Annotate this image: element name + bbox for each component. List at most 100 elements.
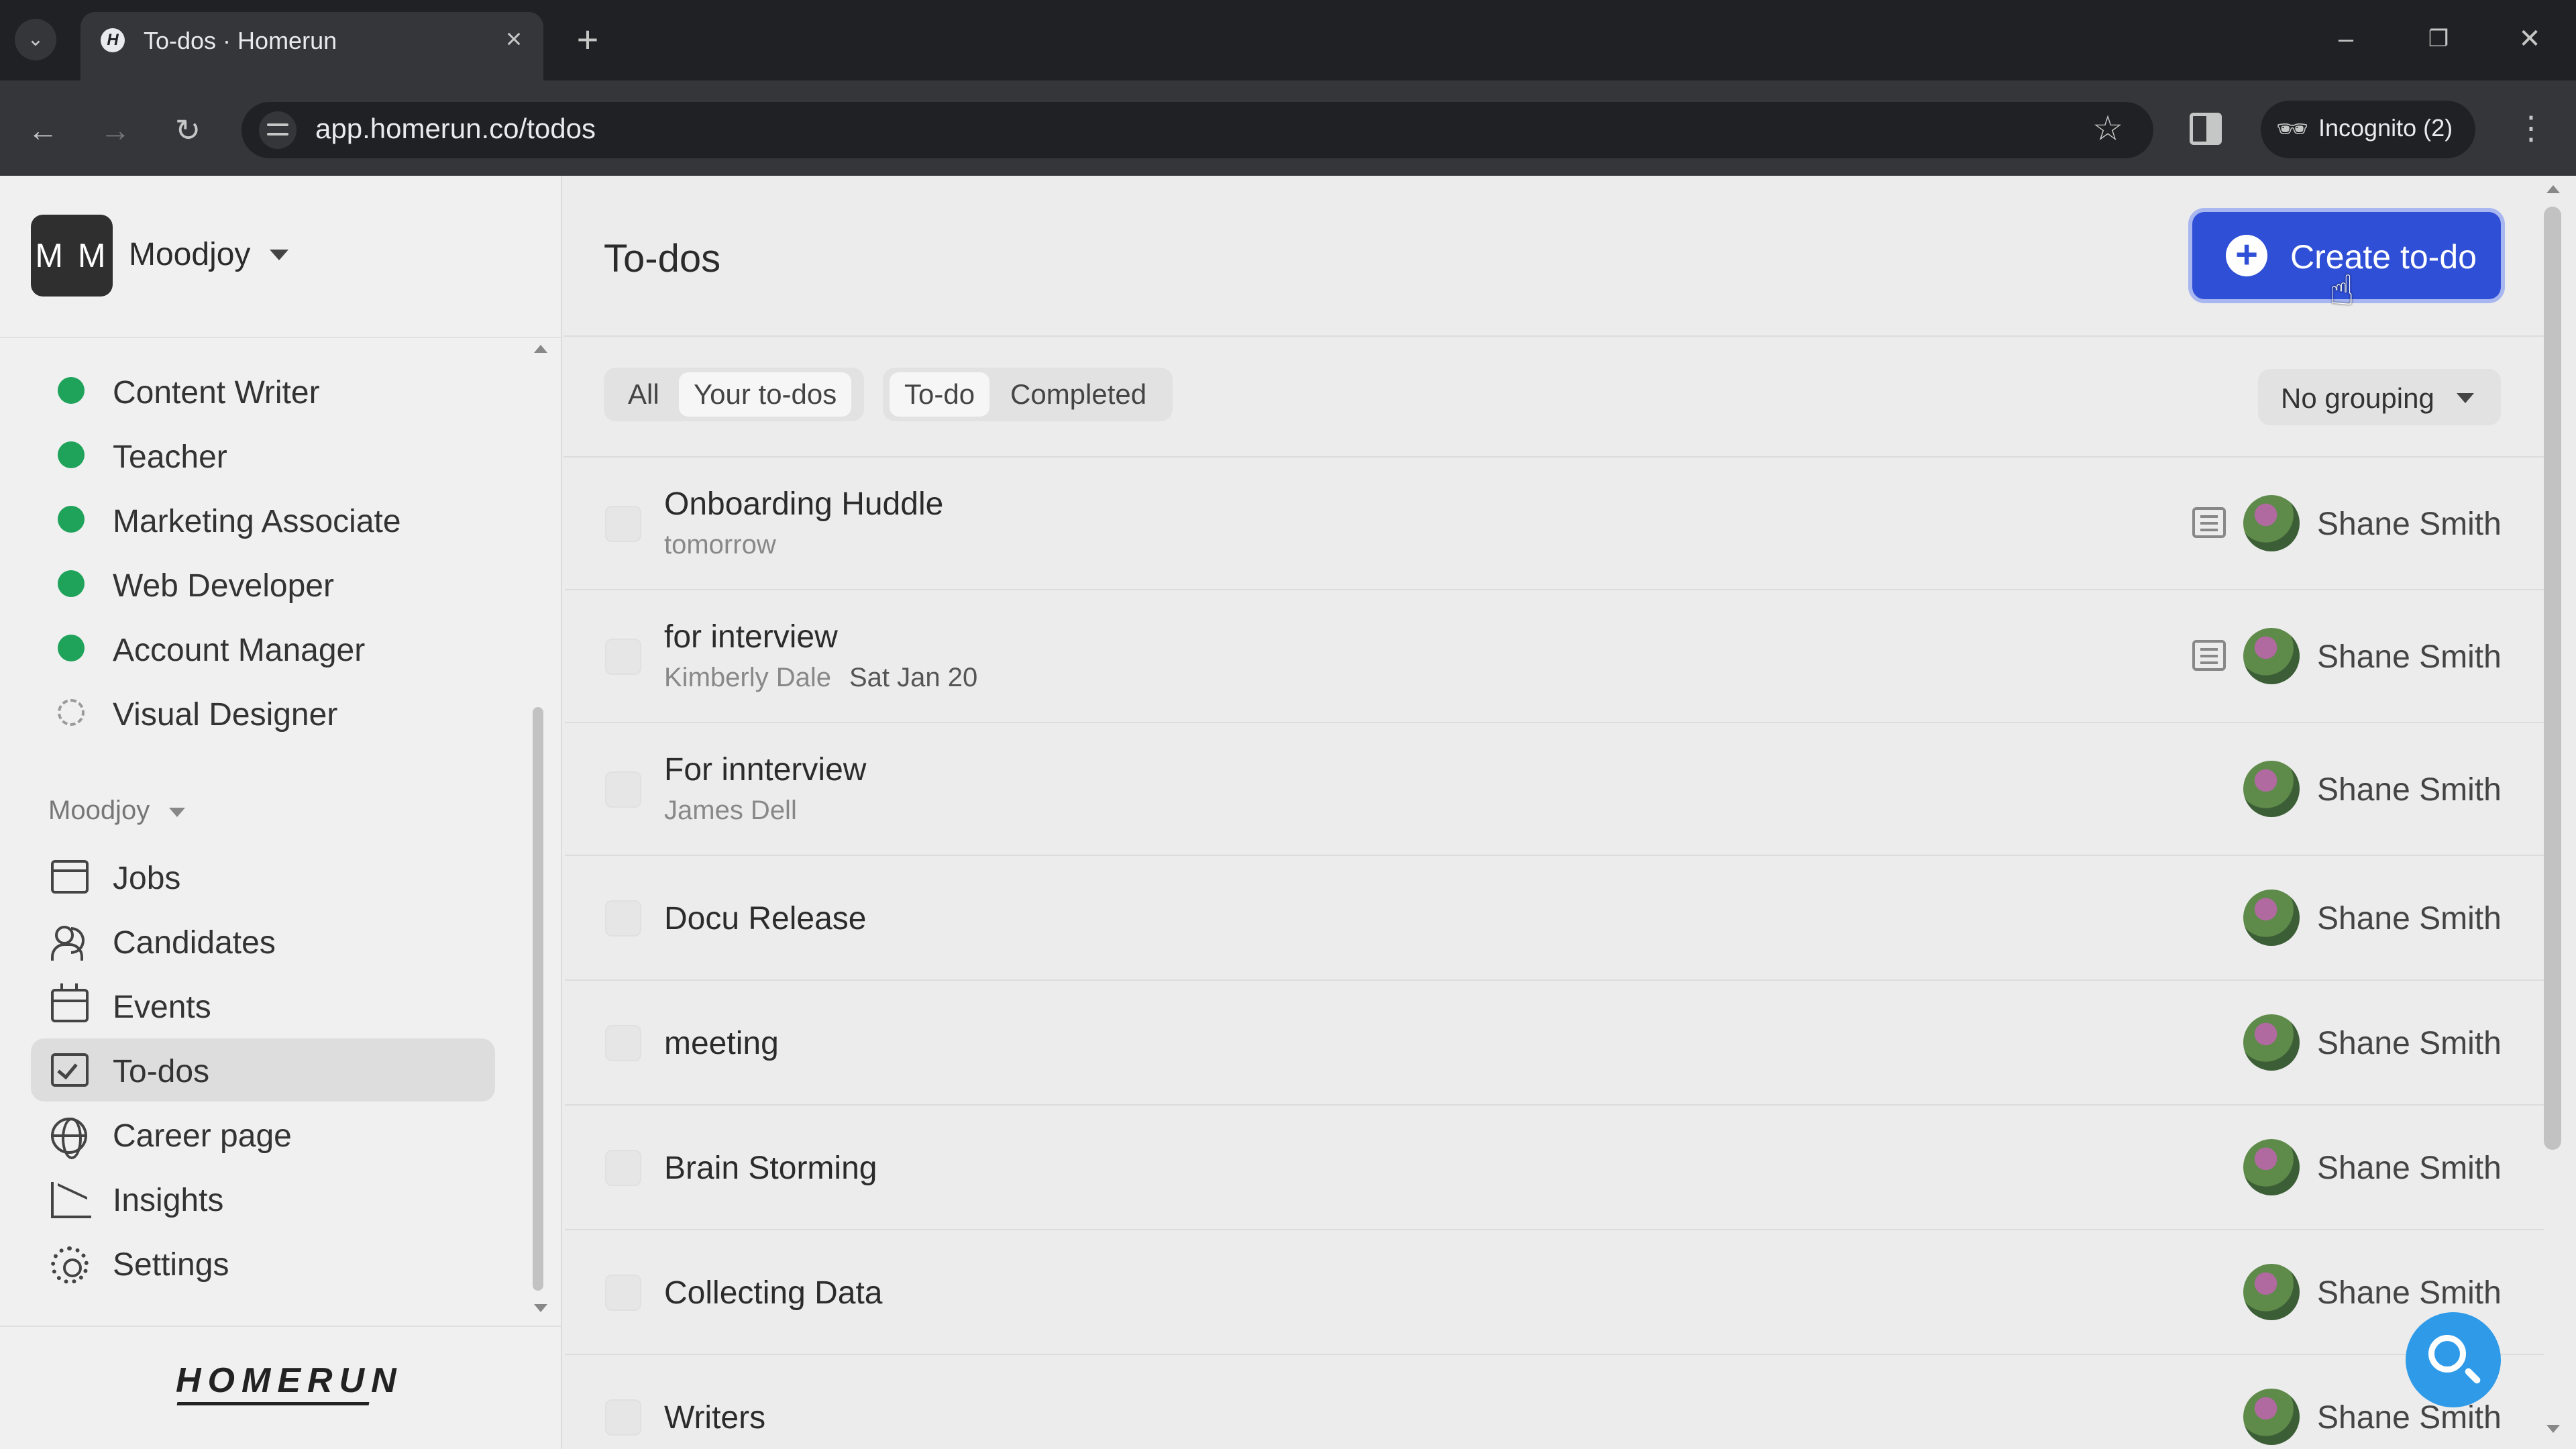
section-caret-icon[interactable] — [169, 808, 185, 817]
todo-row[interactable]: for interview Kimberly Dale Sat Jan 20 S… — [565, 590, 2544, 723]
bookmark-star-icon[interactable]: ☆ — [2086, 107, 2129, 150]
todo-assignee: Shane Smith — [2317, 1026, 2502, 1061]
tab-title: To-dos · Homerun — [144, 27, 337, 54]
sidebar-item-todos[interactable]: To-dos — [31, 1038, 495, 1102]
pointer-cursor-icon: ☝ — [2329, 268, 2355, 314]
todo-row[interactable]: Brain Storming Shane Smith — [565, 1106, 2544, 1230]
side-panel-icon[interactable] — [2190, 113, 2222, 145]
sidebar-job-account-manager[interactable]: Account Manager — [31, 620, 514, 674]
avatar — [2243, 495, 2300, 551]
notes-icon — [2192, 640, 2226, 671]
job-label: Teacher — [113, 439, 227, 475]
tab-search-icon[interactable]: ⌄ — [15, 19, 56, 60]
avatar — [2243, 1139, 2300, 1195]
sidebar-item-label: Events — [113, 989, 211, 1025]
published-status-icon — [58, 635, 85, 661]
todo-checkbox[interactable] — [605, 900, 641, 936]
workspace-caret-icon[interactable] — [270, 250, 288, 260]
todo-row[interactable]: For innterview James Dell Shane Smith — [565, 723, 2544, 856]
todo-candidate: Kimberly Dale — [664, 663, 831, 692]
sidebar-job-visual-designer[interactable]: Visual Designer — [31, 684, 514, 738]
grouping-label: No grouping — [2281, 382, 2434, 414]
scroll-down-icon[interactable] — [2546, 1425, 2560, 1433]
filter-all[interactable]: All — [613, 372, 674, 417]
avatar — [2243, 1389, 2300, 1445]
new-tab-icon[interactable]: + — [568, 20, 608, 60]
back-icon[interactable]: ← — [21, 109, 64, 152]
todo-title: meeting — [664, 1026, 779, 1061]
published-status-icon — [58, 441, 85, 468]
published-status-icon — [58, 570, 85, 597]
section-label[interactable]: Moodjoy — [48, 796, 150, 826]
sidebar-item-label: Insights — [113, 1183, 224, 1218]
site-settings-icon[interactable] — [259, 111, 297, 149]
avatar — [2243, 761, 2300, 817]
todo-checkbox[interactable] — [605, 506, 641, 542]
avatar — [2243, 890, 2300, 946]
sidebar-item-jobs[interactable]: Jobs — [31, 845, 495, 908]
sidebar-item-label: Candidates — [113, 925, 276, 961]
todo-checkbox[interactable] — [605, 1275, 641, 1311]
todo-assignee: Shane Smith — [2317, 772, 2502, 808]
sidebar-job-teacher[interactable]: Teacher — [31, 427, 514, 480]
briefcase-icon — [51, 860, 89, 894]
filter-your-todos[interactable]: Your to-dos — [679, 372, 852, 417]
todo-title: For innterview — [664, 752, 867, 788]
filter-todo[interactable]: To-do — [890, 372, 990, 417]
published-status-icon — [58, 506, 85, 533]
job-label: Account Manager — [113, 633, 366, 668]
todo-date: Sat Jan 20 — [849, 663, 978, 692]
filter-completed[interactable]: Completed — [996, 372, 1161, 417]
notes-icon — [2192, 507, 2226, 538]
forward-icon[interactable]: → — [94, 109, 137, 152]
sidebar-job-content-writer[interactable]: Content Writer — [31, 362, 514, 416]
sidebar-item-label: Settings — [113, 1247, 229, 1283]
sidebar-item-events[interactable]: Events — [31, 974, 495, 1037]
todo-checkbox[interactable] — [605, 1399, 641, 1436]
job-label: Visual Designer — [113, 697, 338, 733]
scroll-up-icon[interactable] — [534, 345, 547, 353]
sidebar-job-marketing-associate[interactable]: Marketing Associate — [31, 491, 514, 545]
sidebar-item-settings[interactable]: Settings — [31, 1232, 495, 1295]
todo-title: Onboarding Huddle — [664, 486, 944, 522]
browser-menu-icon[interactable]: ⋮ — [2514, 107, 2548, 150]
todo-title: Writers — [664, 1400, 766, 1436]
sidebar-job-web-developer[interactable]: Web Developer — [31, 555, 514, 609]
url-text[interactable]: app.homerun.co/todos — [315, 113, 596, 145]
sidebar-scrollbar[interactable] — [533, 707, 543, 1291]
restore-icon[interactable]: ❐ — [2415, 17, 2462, 60]
reload-icon[interactable]: ↻ — [166, 109, 209, 152]
avatar — [2243, 628, 2300, 684]
todo-row[interactable]: Docu Release Shane Smith — [565, 856, 2544, 981]
scroll-up-icon[interactable] — [2546, 185, 2560, 193]
todo-checkbox[interactable] — [605, 639, 641, 675]
workspace-name[interactable]: Moodjoy — [129, 236, 250, 273]
minimize-icon[interactable]: – — [2322, 17, 2369, 60]
sidebar-item-candidates[interactable]: Candidates — [31, 910, 495, 973]
workspace-avatar[interactable]: M M — [31, 215, 113, 297]
todo-assignee: Shane Smith — [2317, 1150, 2502, 1186]
todo-row[interactable]: meeting Shane Smith — [565, 981, 2544, 1106]
todo-row[interactable]: Collecting Data Shane Smith — [565, 1230, 2544, 1355]
scroll-down-icon[interactable] — [534, 1304, 547, 1312]
tab-close-icon[interactable]: × — [496, 21, 531, 56]
homerun-logo: HOMERUN — [176, 1361, 403, 1400]
main-scrollbar[interactable] — [2544, 207, 2561, 1150]
todo-row[interactable]: Onboarding Huddle tomorrow Shane Smith — [565, 458, 2544, 590]
divider — [0, 337, 561, 338]
todo-assignee: Shane Smith — [2317, 506, 2502, 542]
sidebar-item-career-page[interactable]: Career page — [31, 1103, 495, 1166]
job-label: Content Writer — [113, 375, 320, 411]
search-help-button[interactable] — [2406, 1312, 2501, 1407]
sidebar-item-insights[interactable]: Insights — [31, 1167, 495, 1230]
gear-icon — [51, 1246, 89, 1284]
todo-checkbox[interactable] — [605, 771, 641, 808]
todo-checkbox[interactable] — [605, 1150, 641, 1186]
todo-title: Brain Storming — [664, 1150, 877, 1186]
todo-row[interactable]: Writers Shane Smith — [565, 1355, 2544, 1449]
globe-icon — [51, 1118, 87, 1159]
window-close-icon[interactable]: ✕ — [2506, 17, 2553, 60]
plus-icon: + — [2226, 235, 2267, 276]
todo-checkbox[interactable] — [605, 1025, 641, 1061]
incognito-icon: 🕶 — [2275, 115, 2309, 144]
